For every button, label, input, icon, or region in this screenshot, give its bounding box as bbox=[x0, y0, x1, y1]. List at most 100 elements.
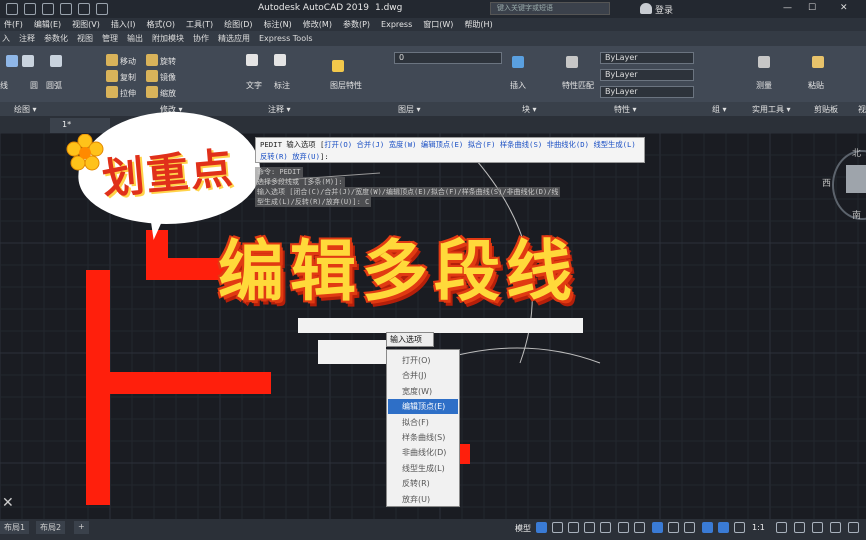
ribbon-panel-title[interactable]: 注释 ▾ bbox=[268, 104, 291, 115]
object-track-icon[interactable] bbox=[634, 522, 645, 533]
menu-item[interactable]: 窗口(W) bbox=[419, 19, 460, 30]
ribbon-tab[interactable]: 精选应用 bbox=[216, 33, 257, 44]
tab-layout2[interactable]: 布局2 bbox=[36, 521, 66, 534]
option-item[interactable]: 样条曲线(S) bbox=[388, 430, 458, 445]
modify-button[interactable]: 旋转 bbox=[160, 56, 176, 67]
viewcube[interactable] bbox=[846, 165, 866, 193]
layer-properties-icon[interactable] bbox=[332, 60, 344, 72]
ribbon-panel-title[interactable]: 视 bbox=[858, 104, 866, 115]
command-option[interactable]: 拟合(F) bbox=[468, 140, 496, 149]
menu-item[interactable]: 标注(N) bbox=[260, 19, 299, 30]
bylayer-dropdown[interactable]: ByLayer bbox=[600, 86, 694, 98]
menu-item[interactable]: 工具(T) bbox=[182, 19, 220, 30]
menu-item[interactable]: 修改(M) bbox=[299, 19, 339, 30]
ribbon-panel-title[interactable]: 组 ▾ bbox=[712, 104, 727, 115]
bylayer-dropdown[interactable]: ByLayer bbox=[600, 69, 694, 81]
osnap-icon[interactable] bbox=[652, 522, 663, 533]
add-layout-button[interactable]: + bbox=[74, 521, 89, 534]
circle-button[interactable]: 圆 bbox=[30, 80, 38, 91]
command-option[interactable]: 打开(O) bbox=[324, 140, 352, 149]
annotation-icon[interactable] bbox=[702, 522, 713, 533]
option-item[interactable]: 非曲线化(D) bbox=[388, 445, 458, 460]
line-button[interactable]: 线 bbox=[0, 80, 8, 91]
fullscreen-icon[interactable] bbox=[830, 522, 841, 533]
text-button[interactable]: 文字 bbox=[246, 80, 262, 91]
measure-icon[interactable] bbox=[758, 56, 770, 68]
menu-item[interactable]: 件(F) bbox=[0, 19, 30, 30]
polar-icon[interactable] bbox=[600, 522, 611, 533]
command-option[interactable]: 线型生成(L) bbox=[593, 140, 635, 149]
maximize-icon[interactable]: ☐ bbox=[808, 3, 816, 13]
ribbon-tab[interactable]: 输出 bbox=[125, 33, 150, 44]
command-option[interactable]: 合并(J) bbox=[357, 140, 385, 149]
paste-icon[interactable] bbox=[812, 56, 824, 68]
close-icon[interactable]: ✕ bbox=[2, 495, 14, 511]
ribbon-tab[interactable]: 注释 bbox=[17, 33, 42, 44]
dimension-button[interactable]: 标注 bbox=[274, 80, 290, 91]
option-item[interactable]: 打开(O) bbox=[388, 353, 458, 368]
text-icon[interactable] bbox=[246, 54, 258, 66]
infer-icon[interactable] bbox=[568, 522, 579, 533]
workspace-icon[interactable] bbox=[794, 522, 805, 533]
ortho-icon[interactable] bbox=[584, 522, 595, 533]
ribbon-tab[interactable]: 协作 bbox=[191, 33, 216, 44]
ribbon-panel-title[interactable]: 绘图 ▾ bbox=[14, 104, 37, 115]
model-space-button[interactable]: 模型 bbox=[515, 523, 531, 534]
menu-item[interactable]: 编辑(E) bbox=[30, 19, 68, 30]
save-icon[interactable] bbox=[24, 3, 36, 15]
undo-icon[interactable] bbox=[78, 3, 90, 15]
ribbon-tab[interactable]: 附加模块 bbox=[150, 33, 191, 44]
layer-dropdown[interactable]: 0 bbox=[394, 52, 502, 64]
polyline-segment[interactable] bbox=[86, 372, 271, 394]
compass-north[interactable]: 北 bbox=[852, 146, 861, 159]
command-prompt[interactable]: PEDIT 输入选项 [打开(O) 合并(J) 宽度(W) 编辑顶点(E) 拟合… bbox=[255, 137, 645, 163]
modify-button[interactable]: 镜像 bbox=[160, 72, 176, 83]
print-icon[interactable] bbox=[60, 3, 72, 15]
option-item[interactable]: 合并(J) bbox=[388, 368, 458, 383]
compass-west[interactable]: 西 bbox=[822, 176, 831, 189]
ribbon-tab[interactable]: Express Tools bbox=[257, 34, 320, 43]
menu-item[interactable]: 参数(P) bbox=[339, 19, 377, 30]
modify-icon[interactable] bbox=[146, 54, 158, 66]
search-input[interactable]: 键入关键字或短语 bbox=[490, 2, 610, 15]
menu-item[interactable]: 帮助(H) bbox=[460, 19, 499, 30]
layer-properties-button[interactable]: 图层特性 bbox=[330, 80, 362, 91]
arc-icon[interactable] bbox=[50, 55, 62, 67]
command-option[interactable]: 编辑顶点(E) bbox=[421, 140, 463, 149]
modify-button[interactable]: 移动 bbox=[120, 56, 136, 67]
document-tab[interactable]: 1* bbox=[50, 118, 110, 133]
option-item[interactable]: 宽度(W) bbox=[388, 384, 458, 399]
annotation-scale-icon[interactable] bbox=[718, 522, 729, 533]
modify-icon[interactable] bbox=[146, 70, 158, 82]
match-properties-icon[interactable] bbox=[566, 56, 578, 68]
command-option[interactable]: 宽度(W) bbox=[389, 140, 417, 149]
command-option[interactable]: 反转(R) bbox=[260, 152, 288, 161]
annotation-visibility-icon[interactable] bbox=[734, 522, 745, 533]
option-item[interactable]: 编辑顶点(E) bbox=[388, 399, 458, 415]
grid-icon[interactable] bbox=[536, 522, 547, 533]
isolate-icon[interactable] bbox=[812, 522, 823, 533]
gear-icon[interactable] bbox=[776, 522, 787, 533]
command-option[interactable]: 放弃(U) bbox=[292, 152, 320, 161]
modify-icon[interactable] bbox=[146, 86, 158, 98]
transparency-icon[interactable] bbox=[684, 522, 695, 533]
ribbon-tab[interactable]: 管理 bbox=[100, 33, 125, 44]
modify-button[interactable]: 缩放 bbox=[160, 88, 176, 99]
modify-icon[interactable] bbox=[106, 86, 118, 98]
paste-button[interactable]: 粘贴 bbox=[808, 80, 824, 91]
minimize-icon[interactable]: — bbox=[783, 3, 792, 13]
command-option[interactable]: 样条曲线(S) bbox=[500, 140, 542, 149]
option-item[interactable]: 拟合(F) bbox=[388, 415, 458, 430]
option-item[interactable]: 反转(R) bbox=[388, 476, 458, 491]
modify-button[interactable]: 拉伸 bbox=[120, 88, 136, 99]
menu-item[interactable]: 视图(V) bbox=[68, 19, 107, 30]
insert-icon[interactable] bbox=[512, 56, 524, 68]
arc-button[interactable]: 圆弧 bbox=[46, 80, 62, 91]
login-button[interactable]: 登录 bbox=[655, 3, 673, 16]
ribbon-tab[interactable]: 视图 bbox=[75, 33, 100, 44]
menu-item[interactable]: 绘图(D) bbox=[220, 19, 259, 30]
bylayer-dropdown[interactable]: ByLayer bbox=[600, 52, 694, 64]
scale-selector[interactable]: 1:1 bbox=[752, 523, 765, 532]
line-icon[interactable] bbox=[6, 55, 18, 67]
menu-item[interactable]: 格式(O) bbox=[142, 19, 182, 30]
